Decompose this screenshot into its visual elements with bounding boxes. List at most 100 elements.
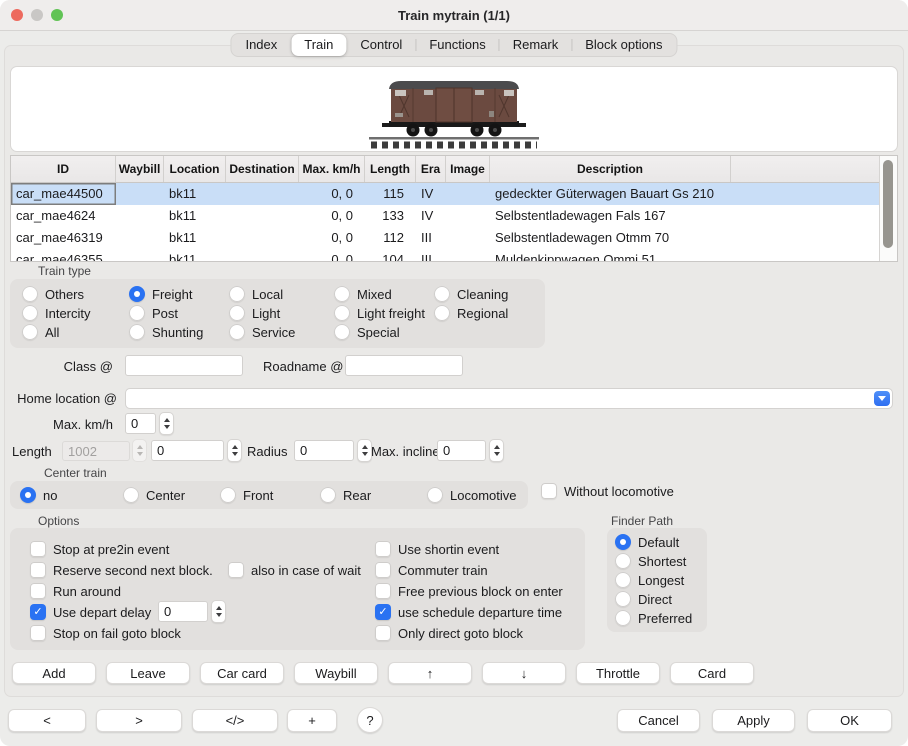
tab-control[interactable]: Control (347, 34, 415, 56)
radio-center-front[interactable]: Front (220, 487, 273, 503)
cell-location: bk11 (164, 249, 226, 261)
table-row[interactable]: car_mae46319 bk11 0, 0 112 III Selbstent… (11, 227, 879, 249)
radio-icon (20, 487, 36, 503)
column-header-era[interactable]: Era (416, 156, 446, 182)
radio-finder-shortest[interactable]: Shortest (615, 553, 686, 569)
checkbox-stop-pre2in[interactable]: Stop at pre2in event (30, 541, 169, 557)
radio-finder-preferred[interactable]: Preferred (615, 610, 692, 626)
leave-button[interactable]: Leave (106, 662, 190, 684)
checkbox-only-direct-goto[interactable]: Only direct goto block (375, 625, 523, 641)
cell-image (446, 227, 490, 249)
table-row[interactable]: car_mae46355 bk11 0, 0 104 III Muldenkip… (11, 249, 879, 261)
home-location-combobox[interactable] (125, 388, 893, 409)
help-button[interactable]: ? (357, 707, 383, 733)
checkbox-icon (541, 483, 557, 499)
cell-location: bk11 (164, 183, 226, 205)
radio-post[interactable]: Post (129, 305, 178, 321)
home-location-label: Home location @ (8, 391, 117, 406)
radio-mixed[interactable]: Mixed (334, 286, 392, 302)
throttle-button[interactable]: Throttle (576, 662, 660, 684)
length-input[interactable] (151, 440, 224, 461)
depart-delay-input[interactable] (158, 601, 208, 622)
waybill-button[interactable]: Waybill (294, 662, 378, 684)
length-total-input (62, 441, 130, 461)
column-header-length[interactable]: Length (365, 156, 416, 182)
column-header-waybill[interactable]: Waybill (116, 156, 164, 182)
checkbox-use-depart-delay[interactable]: Use depart delay (30, 604, 151, 620)
max-kmh-input[interactable] (125, 413, 156, 434)
column-header-id[interactable]: ID (11, 156, 116, 182)
roadname-input[interactable] (345, 355, 463, 376)
radio-intercity[interactable]: Intercity (22, 305, 91, 321)
add-button[interactable]: Add (12, 662, 96, 684)
tab-block-options[interactable]: Block options (572, 34, 675, 56)
add-new-button[interactable]: + (287, 709, 337, 732)
class-input[interactable] (125, 355, 243, 376)
cell-destination (226, 205, 299, 227)
ok-button[interactable]: OK (807, 709, 892, 732)
tab-index[interactable]: Index (232, 34, 290, 56)
radio-label: Light (252, 306, 280, 321)
max-incline-stepper[interactable] (489, 439, 504, 462)
length-total-stepper (132, 439, 147, 462)
prev-button[interactable]: < (8, 709, 86, 732)
column-header-destination[interactable]: Destination (226, 156, 299, 182)
column-header-description[interactable]: Description (490, 156, 731, 182)
card-button[interactable]: Card (670, 662, 754, 684)
max-kmh-stepper[interactable] (159, 412, 174, 435)
radio-cleaning[interactable]: Cleaning (434, 286, 508, 302)
cancel-button[interactable]: Cancel (617, 709, 700, 732)
chevron-down-icon[interactable] (874, 391, 890, 406)
car-card-button[interactable]: Car card (200, 662, 284, 684)
radio-finder-longest[interactable]: Longest (615, 572, 684, 588)
column-header-image[interactable]: Image (446, 156, 490, 182)
cell-image (446, 249, 490, 261)
move-down-button[interactable]: ↓ (482, 662, 566, 684)
next-button[interactable]: > (96, 709, 182, 732)
checkbox-run-around[interactable]: Run around (30, 583, 121, 599)
radio-all[interactable]: All (22, 324, 59, 340)
table-row[interactable]: car_mae4624 bk11 0, 0 133 IV Selbstentla… (11, 205, 879, 227)
radio-others[interactable]: Others (22, 286, 84, 302)
apply-button[interactable]: Apply (712, 709, 795, 732)
radio-finder-direct[interactable]: Direct (615, 591, 672, 607)
radius-input[interactable] (294, 440, 354, 461)
checkbox-use-schedule-departure[interactable]: use schedule departure time (375, 604, 562, 620)
tab-functions[interactable]: Functions (416, 34, 498, 56)
max-incline-input[interactable] (437, 440, 486, 461)
move-up-button[interactable]: ↑ (388, 662, 472, 684)
radio-center-rear[interactable]: Rear (320, 487, 371, 503)
radio-light[interactable]: Light (229, 305, 280, 321)
radio-shunting[interactable]: Shunting (129, 324, 203, 340)
table-scrollbar[interactable] (879, 156, 897, 261)
radio-regional[interactable]: Regional (434, 305, 508, 321)
checkbox-without-locomotive[interactable]: Without locomotive (541, 483, 674, 499)
depart-delay-stepper[interactable] (211, 600, 226, 623)
checkbox-commuter-train[interactable]: Commuter train (375, 562, 488, 578)
column-header-max-kmh[interactable]: Max. km/h (299, 156, 365, 182)
tab-train[interactable]: Train (291, 34, 346, 56)
radio-center-locomotive[interactable]: Locomotive (427, 487, 516, 503)
radio-service[interactable]: Service (229, 324, 295, 340)
radio-center-center[interactable]: Center (123, 487, 185, 503)
radius-stepper[interactable] (357, 439, 372, 462)
radio-center-no[interactable]: no (20, 487, 57, 503)
checkbox-free-previous-block[interactable]: Free previous block on enter (375, 583, 563, 599)
radio-light-freight[interactable]: Light freight (334, 305, 425, 321)
tab-remark[interactable]: Remark (500, 34, 572, 56)
radio-special[interactable]: Special (334, 324, 400, 340)
xml-button[interactable]: </> (192, 709, 278, 732)
table-row[interactable]: car_mae44500 bk11 0, 0 115 IV gedeckter … (11, 183, 879, 205)
checkbox-use-shortin[interactable]: Use shortin event (375, 541, 499, 557)
checkbox-reserve-second[interactable]: Reserve second next block. (30, 562, 213, 578)
length-stepper[interactable] (227, 439, 242, 462)
checkbox-stop-on-fail[interactable]: Stop on fail goto block (30, 625, 181, 641)
radio-local[interactable]: Local (229, 286, 283, 302)
cell-length: 115 (365, 183, 416, 205)
checkbox-also-in-case-of-wait[interactable]: also in case of wait (228, 562, 361, 578)
radio-finder-default[interactable]: Default (615, 534, 679, 550)
scrollbar-thumb[interactable] (883, 160, 893, 248)
column-header-location[interactable]: Location (164, 156, 226, 182)
radio-icon (320, 487, 336, 503)
radio-freight[interactable]: Freight (129, 286, 192, 302)
